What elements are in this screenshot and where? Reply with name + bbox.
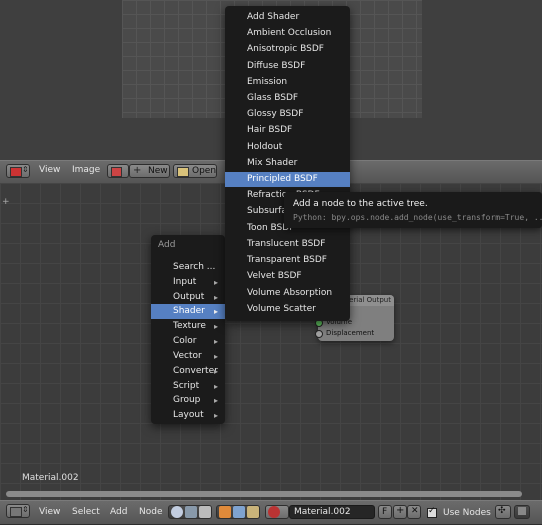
add-menu-item-vector[interactable]: Vector ▸ (151, 349, 225, 364)
shader-item-volume-absorption[interactable]: Volume Absorption (225, 286, 350, 301)
submenu-arrow-icon: ▸ (213, 307, 218, 316)
shader-item-ambient-occlusion[interactable]: Ambient Occlusion (225, 26, 350, 41)
shader-item-translucent-bsdf[interactable]: Translucent BSDF (225, 237, 350, 252)
brush-icon (247, 506, 259, 518)
menu-select[interactable]: Select (72, 507, 100, 517)
fake-user-button[interactable]: F (378, 505, 392, 519)
menu-view[interactable]: View (39, 507, 60, 517)
add-menu-title: Add (158, 240, 176, 250)
shader-item-transparent-bsdf[interactable]: Transparent BSDF (225, 253, 350, 268)
new-label: New (148, 166, 168, 176)
use-nodes-label: Use Nodes (443, 508, 491, 518)
node-editor-icon (10, 507, 22, 517)
submenu-arrow-icon: ▸ (213, 367, 218, 376)
shader-submenu: Add Shader Ambient Occlusion Anisotropic… (225, 6, 350, 321)
shader-target-selector[interactable] (216, 505, 260, 519)
object-shader-icon (171, 506, 183, 518)
menu-node[interactable]: Node (139, 507, 163, 517)
submenu-arrow-icon: ▸ (213, 293, 218, 302)
add-menu-item-layout[interactable]: Layout ▸ (151, 408, 225, 423)
add-menu-item-shader[interactable]: Shader ▸ (151, 304, 225, 319)
new-image-button[interactable]: + New (129, 164, 170, 178)
backdrop-toggle-button[interactable]: ✣ (495, 505, 511, 519)
texture-checker-icon (199, 506, 211, 518)
use-nodes-checkbox[interactable]: ✓ (427, 506, 437, 518)
image-browse-button[interactable] (107, 164, 129, 178)
image-browse-icon (111, 167, 122, 177)
cube-icon (219, 506, 231, 518)
menu-image[interactable]: Image (72, 165, 100, 175)
submenu-arrow-icon: ▸ (213, 382, 218, 391)
material-browse-button[interactable] (265, 505, 289, 519)
add-menu-item-search[interactable]: Search ... (151, 260, 225, 275)
tooltip-python: Python: bpy.ops.node.add_node(use_transf… (293, 213, 542, 222)
add-menu-item-texture[interactable]: Texture ▸ (151, 319, 225, 334)
menu-add[interactable]: Add (110, 507, 127, 517)
folder-icon (177, 167, 189, 177)
add-menu-item-script[interactable]: Script ▸ (151, 379, 225, 394)
shader-item-principled-bsdf[interactable]: Principled BSDF (225, 172, 350, 187)
checkmark-icon: ✓ (428, 506, 436, 516)
add-menu-item-color[interactable]: Color ▸ (151, 334, 225, 349)
shader-item-velvet-bsdf[interactable]: Velvet BSDF (225, 269, 350, 284)
shader-item-mix-shader[interactable]: Mix Shader (225, 156, 350, 171)
tooltip-title: Add a node to the active tree. (293, 199, 428, 209)
submenu-arrow-icon: ▸ (213, 411, 218, 420)
pin-button[interactable] (514, 505, 530, 519)
chevron-up-down-icon: ⇕ (22, 165, 29, 174)
material-sphere-icon (268, 506, 280, 518)
material-name-field[interactable]: Material.002 (289, 505, 375, 519)
open-label: Open (192, 166, 217, 176)
pin-icon (518, 507, 526, 515)
shader-item-volume-scatter[interactable]: Volume Scatter (225, 302, 350, 317)
displacement-socket[interactable] (315, 330, 323, 338)
close-icon: ✕ (411, 506, 419, 516)
horizontal-scrollbar[interactable] (6, 491, 522, 497)
shader-item-hair-bsdf[interactable]: Hair BSDF (225, 123, 350, 138)
submenu-arrow-icon: ▸ (213, 396, 218, 405)
menu-view[interactable]: View (39, 165, 60, 175)
editor-type-selector[interactable]: ⇕ (6, 504, 30, 518)
world-shader-icon (185, 506, 197, 518)
shader-item-emission[interactable]: Emission (225, 75, 350, 90)
submenu-arrow-icon: ▸ (213, 278, 218, 287)
chevron-up-down-icon: ⇕ (22, 505, 29, 514)
properties-toggle-icon[interactable]: + (2, 197, 10, 207)
plus-icon: + (396, 505, 405, 516)
world-icon (233, 506, 245, 518)
submenu-arrow-icon: ▸ (213, 322, 218, 331)
shader-type-selector[interactable] (168, 505, 212, 519)
new-material-button[interactable]: + (393, 505, 407, 519)
add-menu-item-output[interactable]: Output ▸ (151, 290, 225, 305)
editor-type-selector[interactable]: ⇕ (6, 164, 30, 178)
open-image-button[interactable]: Open (173, 164, 217, 178)
image-editor-icon (10, 167, 22, 177)
shader-item-holdout[interactable]: Holdout (225, 140, 350, 155)
node-editor-header: ⇕ View Select Add Node Material.002 F + … (0, 500, 542, 525)
plus-icon: + (133, 165, 142, 176)
shader-item-glossy-bsdf[interactable]: Glossy BSDF (225, 107, 350, 122)
add-menu: Add Search ... Input ▸ Output ▸ Shader ▸ Te… (151, 235, 225, 424)
submenu-arrow-icon: ▸ (213, 337, 218, 346)
shader-item-anisotropic-bsdf[interactable]: Anisotropic BSDF (225, 42, 350, 57)
shader-item-diffuse-bsdf[interactable]: Diffuse BSDF (225, 59, 350, 74)
tooltip: Add a node to the active tree. Python: b… (284, 192, 542, 228)
unlink-material-button[interactable]: ✕ (407, 505, 421, 519)
shader-item-add-shader[interactable]: Add Shader (225, 10, 350, 25)
add-menu-item-group[interactable]: Group ▸ (151, 393, 225, 408)
snap-icon: ✣ (498, 506, 506, 516)
submenu-arrow-icon: ▸ (213, 352, 218, 361)
material-name-label: Material.002 (22, 473, 79, 483)
displacement-input-label: Displacement (326, 329, 375, 337)
add-menu-item-converter[interactable]: Converter ▸ (151, 364, 225, 379)
shader-item-glass-bsdf[interactable]: Glass BSDF (225, 91, 350, 106)
add-menu-item-input[interactable]: Input ▸ (151, 275, 225, 290)
